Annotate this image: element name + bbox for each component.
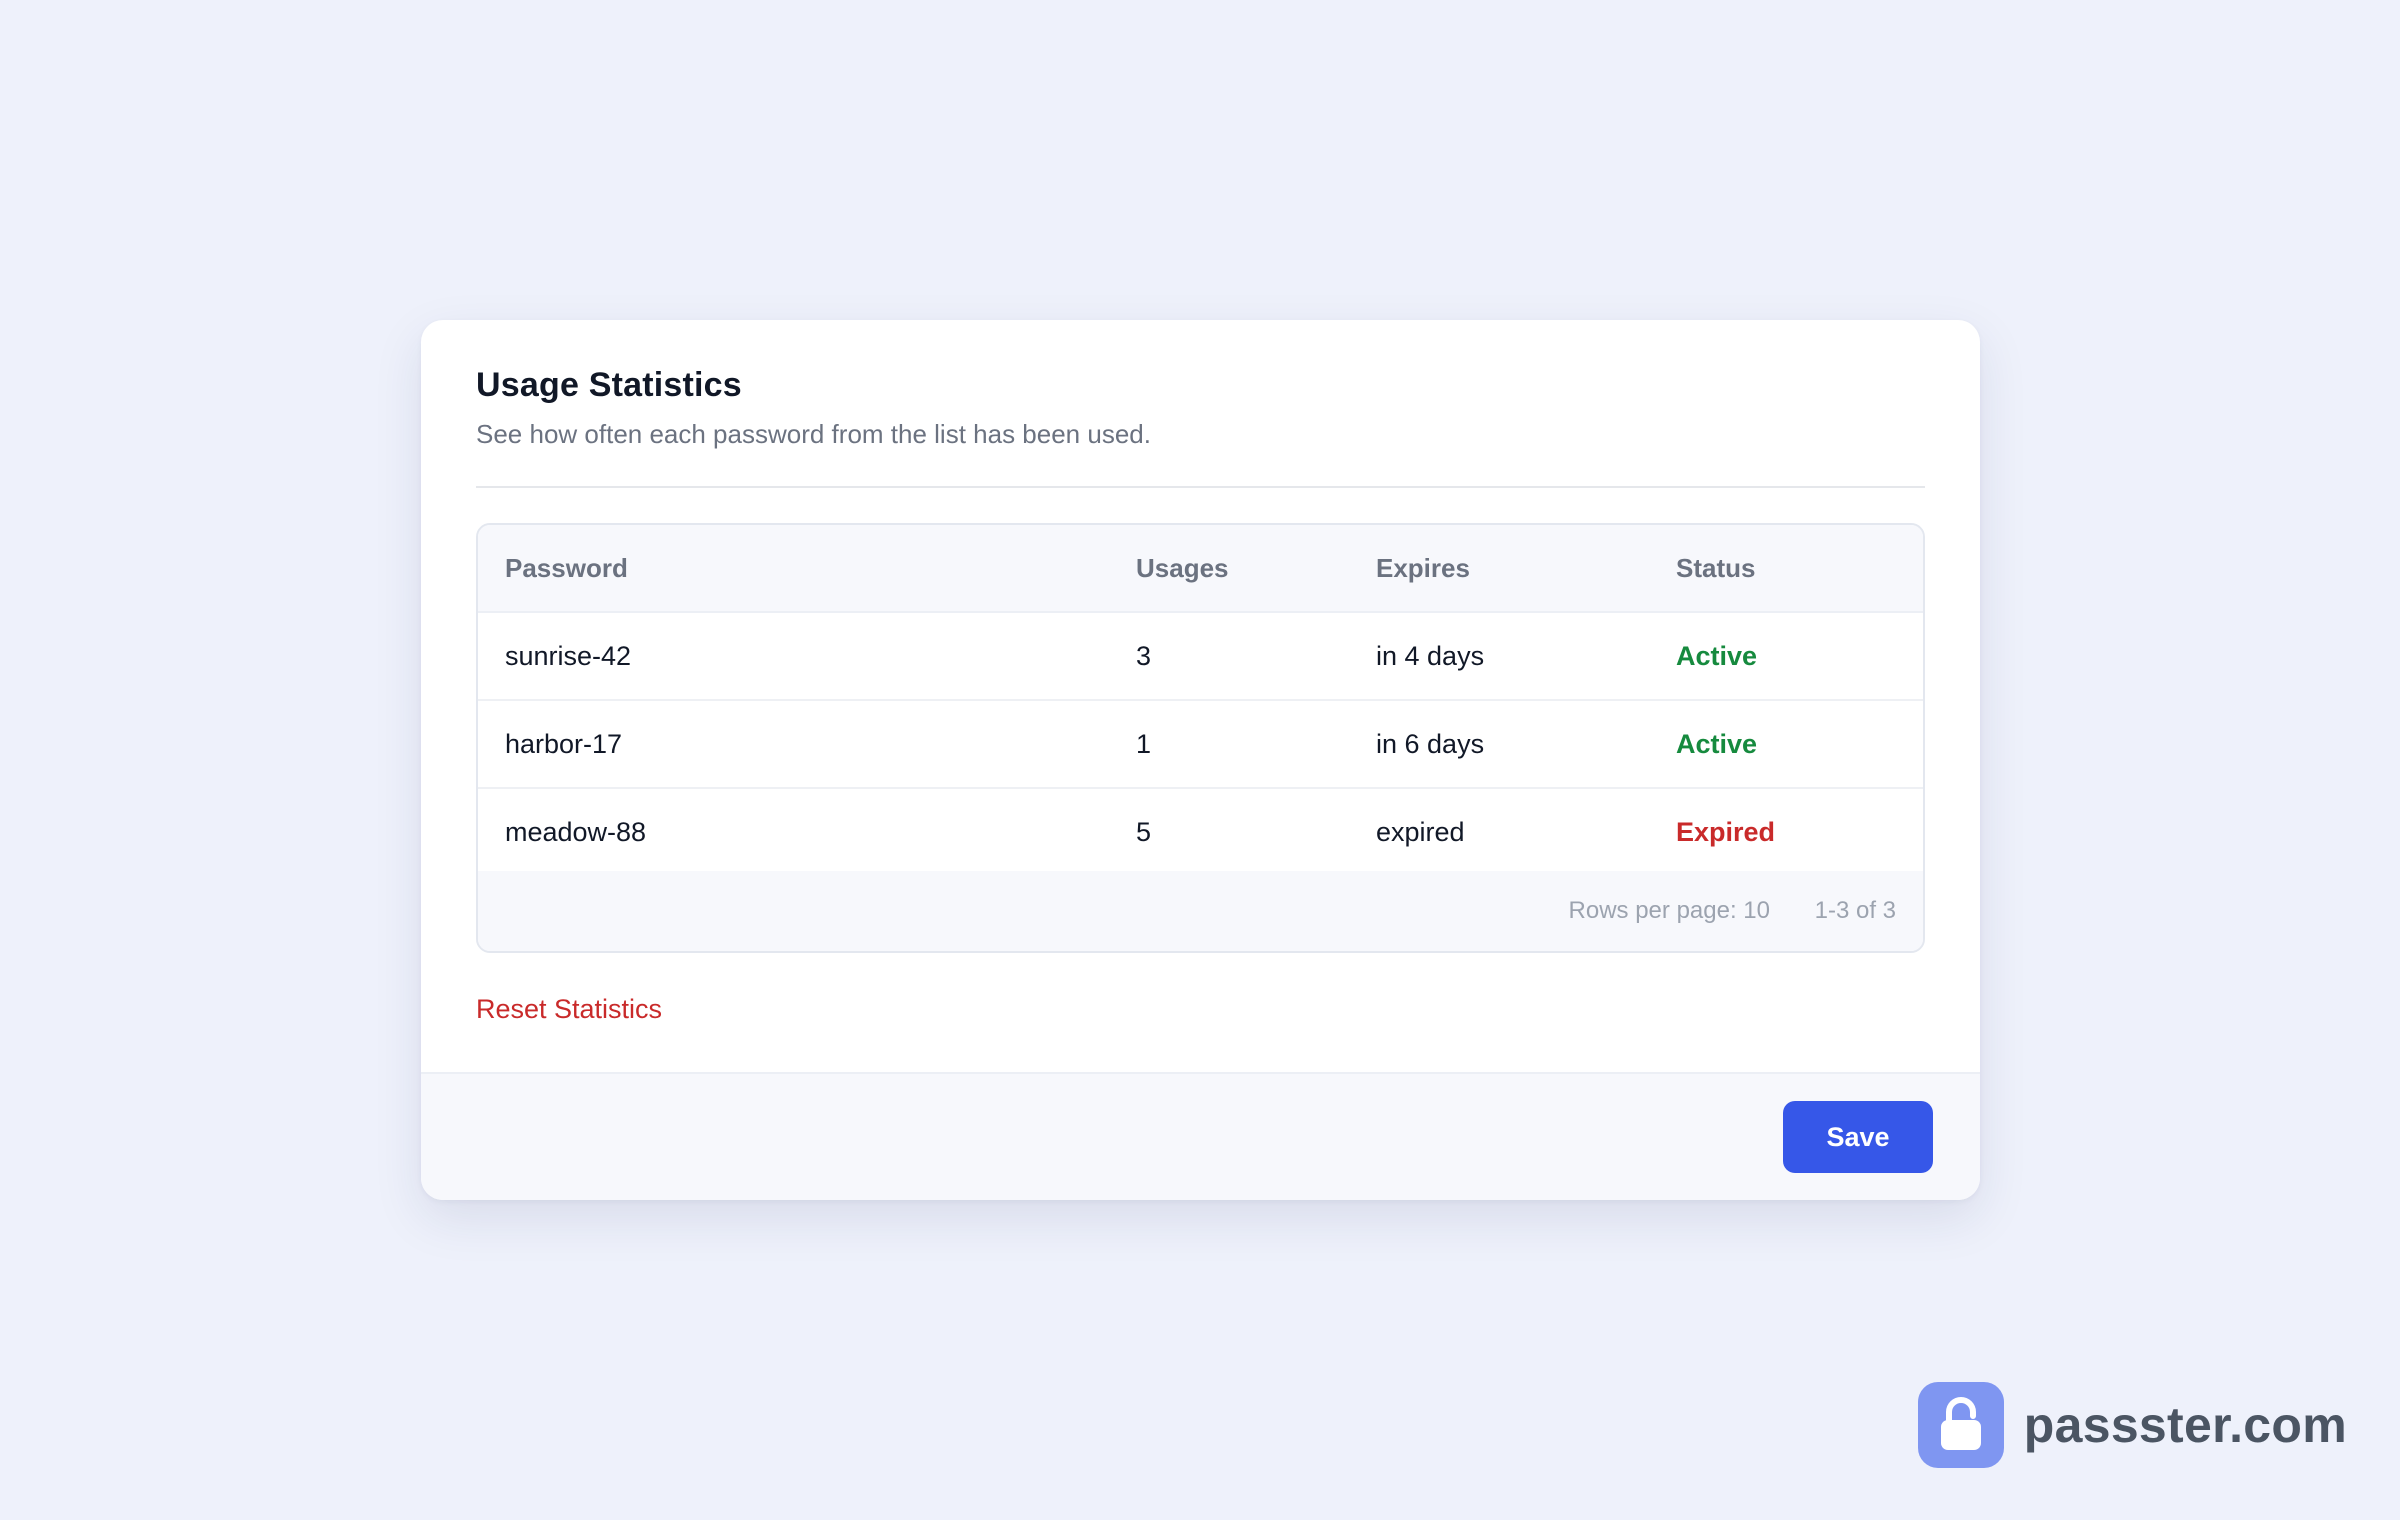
divider [476,486,1925,488]
status-badge: Active [1676,729,1758,759]
status-badge: Active [1676,641,1758,671]
password-cell: harbor-17 [505,729,623,759]
usages-cell: 5 [1136,817,1152,847]
pagination-range: 1-3 of 3 [1814,897,1896,924]
table-header-row: Password Usages Expires Status [478,525,1923,613]
usages-cell: 3 [1136,641,1152,671]
table-row: harbor-17 1 in 6 days Active [478,701,1923,789]
brand-name: passster.com [2023,1397,2347,1453]
reset-statistics-button[interactable]: Reset Statistics [476,994,662,1025]
card-footer: Save [421,1072,1980,1200]
save-button[interactable]: Save [1783,1101,1933,1173]
expires-cell: expired [1376,817,1465,847]
password-cell: meadow-88 [505,817,647,847]
table-row: meadow-88 5 expired Expired [478,789,1923,877]
card-subtitle: See how often each password from the lis… [476,419,1151,449]
usage-table: Password Usages Expires Status sunrise-4… [476,523,1925,953]
card-title: Usage Statistics [476,366,742,404]
column-header-expires[interactable]: Expires [1376,525,1470,611]
table-pagination: Rows per page: 10 1-3 of 3 [478,871,1923,951]
brand-logo: passster.com [1917,1382,2347,1468]
usages-cell: 1 [1136,729,1152,759]
table-row: sunrise-42 3 in 4 days Active [478,613,1923,701]
usage-statistics-card: Usage Statistics See how often each pass… [421,320,1980,1200]
expires-cell: in 6 days [1376,729,1485,759]
lock-icon [1917,1382,2004,1468]
status-badge: Expired [1676,817,1776,847]
column-header-status[interactable]: Status [1676,525,1755,611]
password-cell: sunrise-42 [505,641,632,671]
column-header-usages[interactable]: Usages [1136,525,1229,611]
expires-cell: in 4 days [1376,641,1485,671]
rows-per-page-select[interactable]: Rows per page: 10 [1569,871,1770,951]
column-header-password[interactable]: Password [505,525,628,611]
